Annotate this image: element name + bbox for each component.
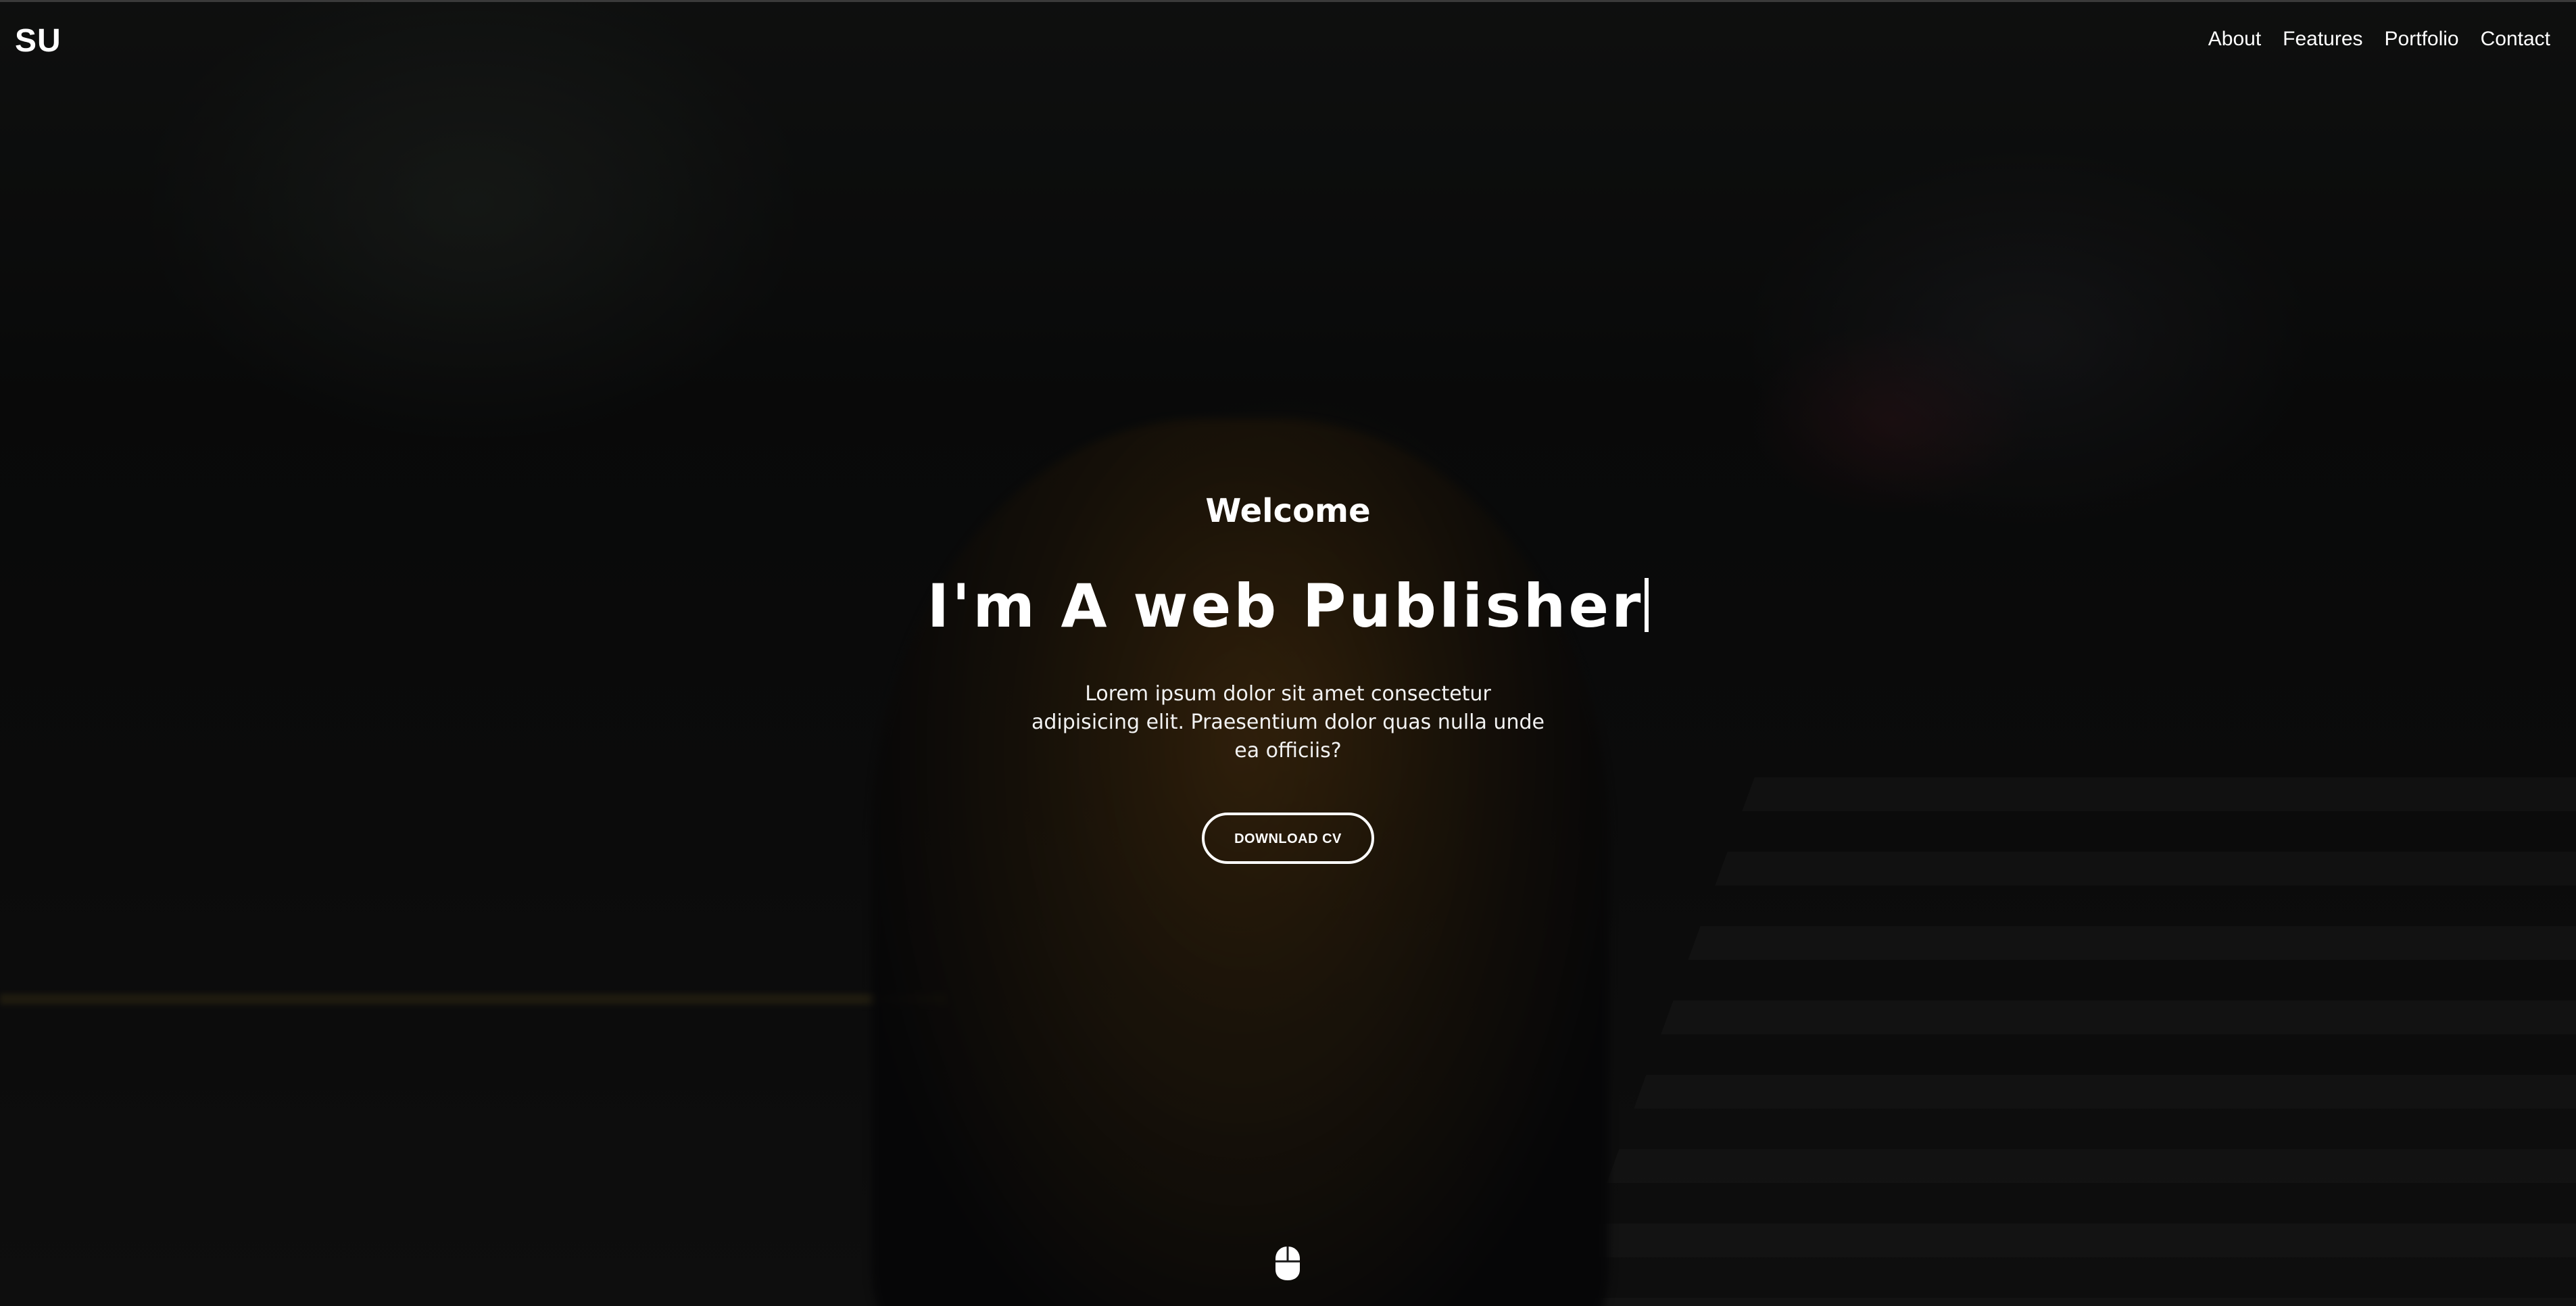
mouse-icon[interactable] xyxy=(1274,1245,1301,1282)
hero-content: Welcome I'm A web Publisher Lorem ipsum … xyxy=(0,487,2576,864)
navbar: SU About Features Portfolio Contact xyxy=(0,0,2576,76)
welcome-heading: Welcome xyxy=(1205,492,1371,530)
hero-headline: I'm A web Publisher xyxy=(0,569,2576,644)
download-cv-button[interactable]: DOWNLOAD CV xyxy=(1202,813,1374,864)
nav-link-features[interactable]: Features xyxy=(2283,28,2362,51)
hero-description: Lorem ipsum dolor sit amet consectetur a… xyxy=(1031,682,1545,763)
nav-link-about[interactable]: About xyxy=(2208,28,2261,51)
nav-links: About Features Portfolio Contact xyxy=(2208,28,2550,51)
brand-logo[interactable]: SU xyxy=(15,22,62,59)
headline-text: I'm A web Publisher xyxy=(927,571,1644,641)
mouse-icon-graphic xyxy=(1275,1247,1300,1280)
nav-link-portfolio[interactable]: Portfolio xyxy=(2385,28,2459,51)
hero-section: SU About Features Portfolio Contact Welc… xyxy=(0,0,2576,1306)
typing-cursor xyxy=(1645,578,1649,632)
nav-link-contact[interactable]: Contact xyxy=(2481,28,2550,51)
